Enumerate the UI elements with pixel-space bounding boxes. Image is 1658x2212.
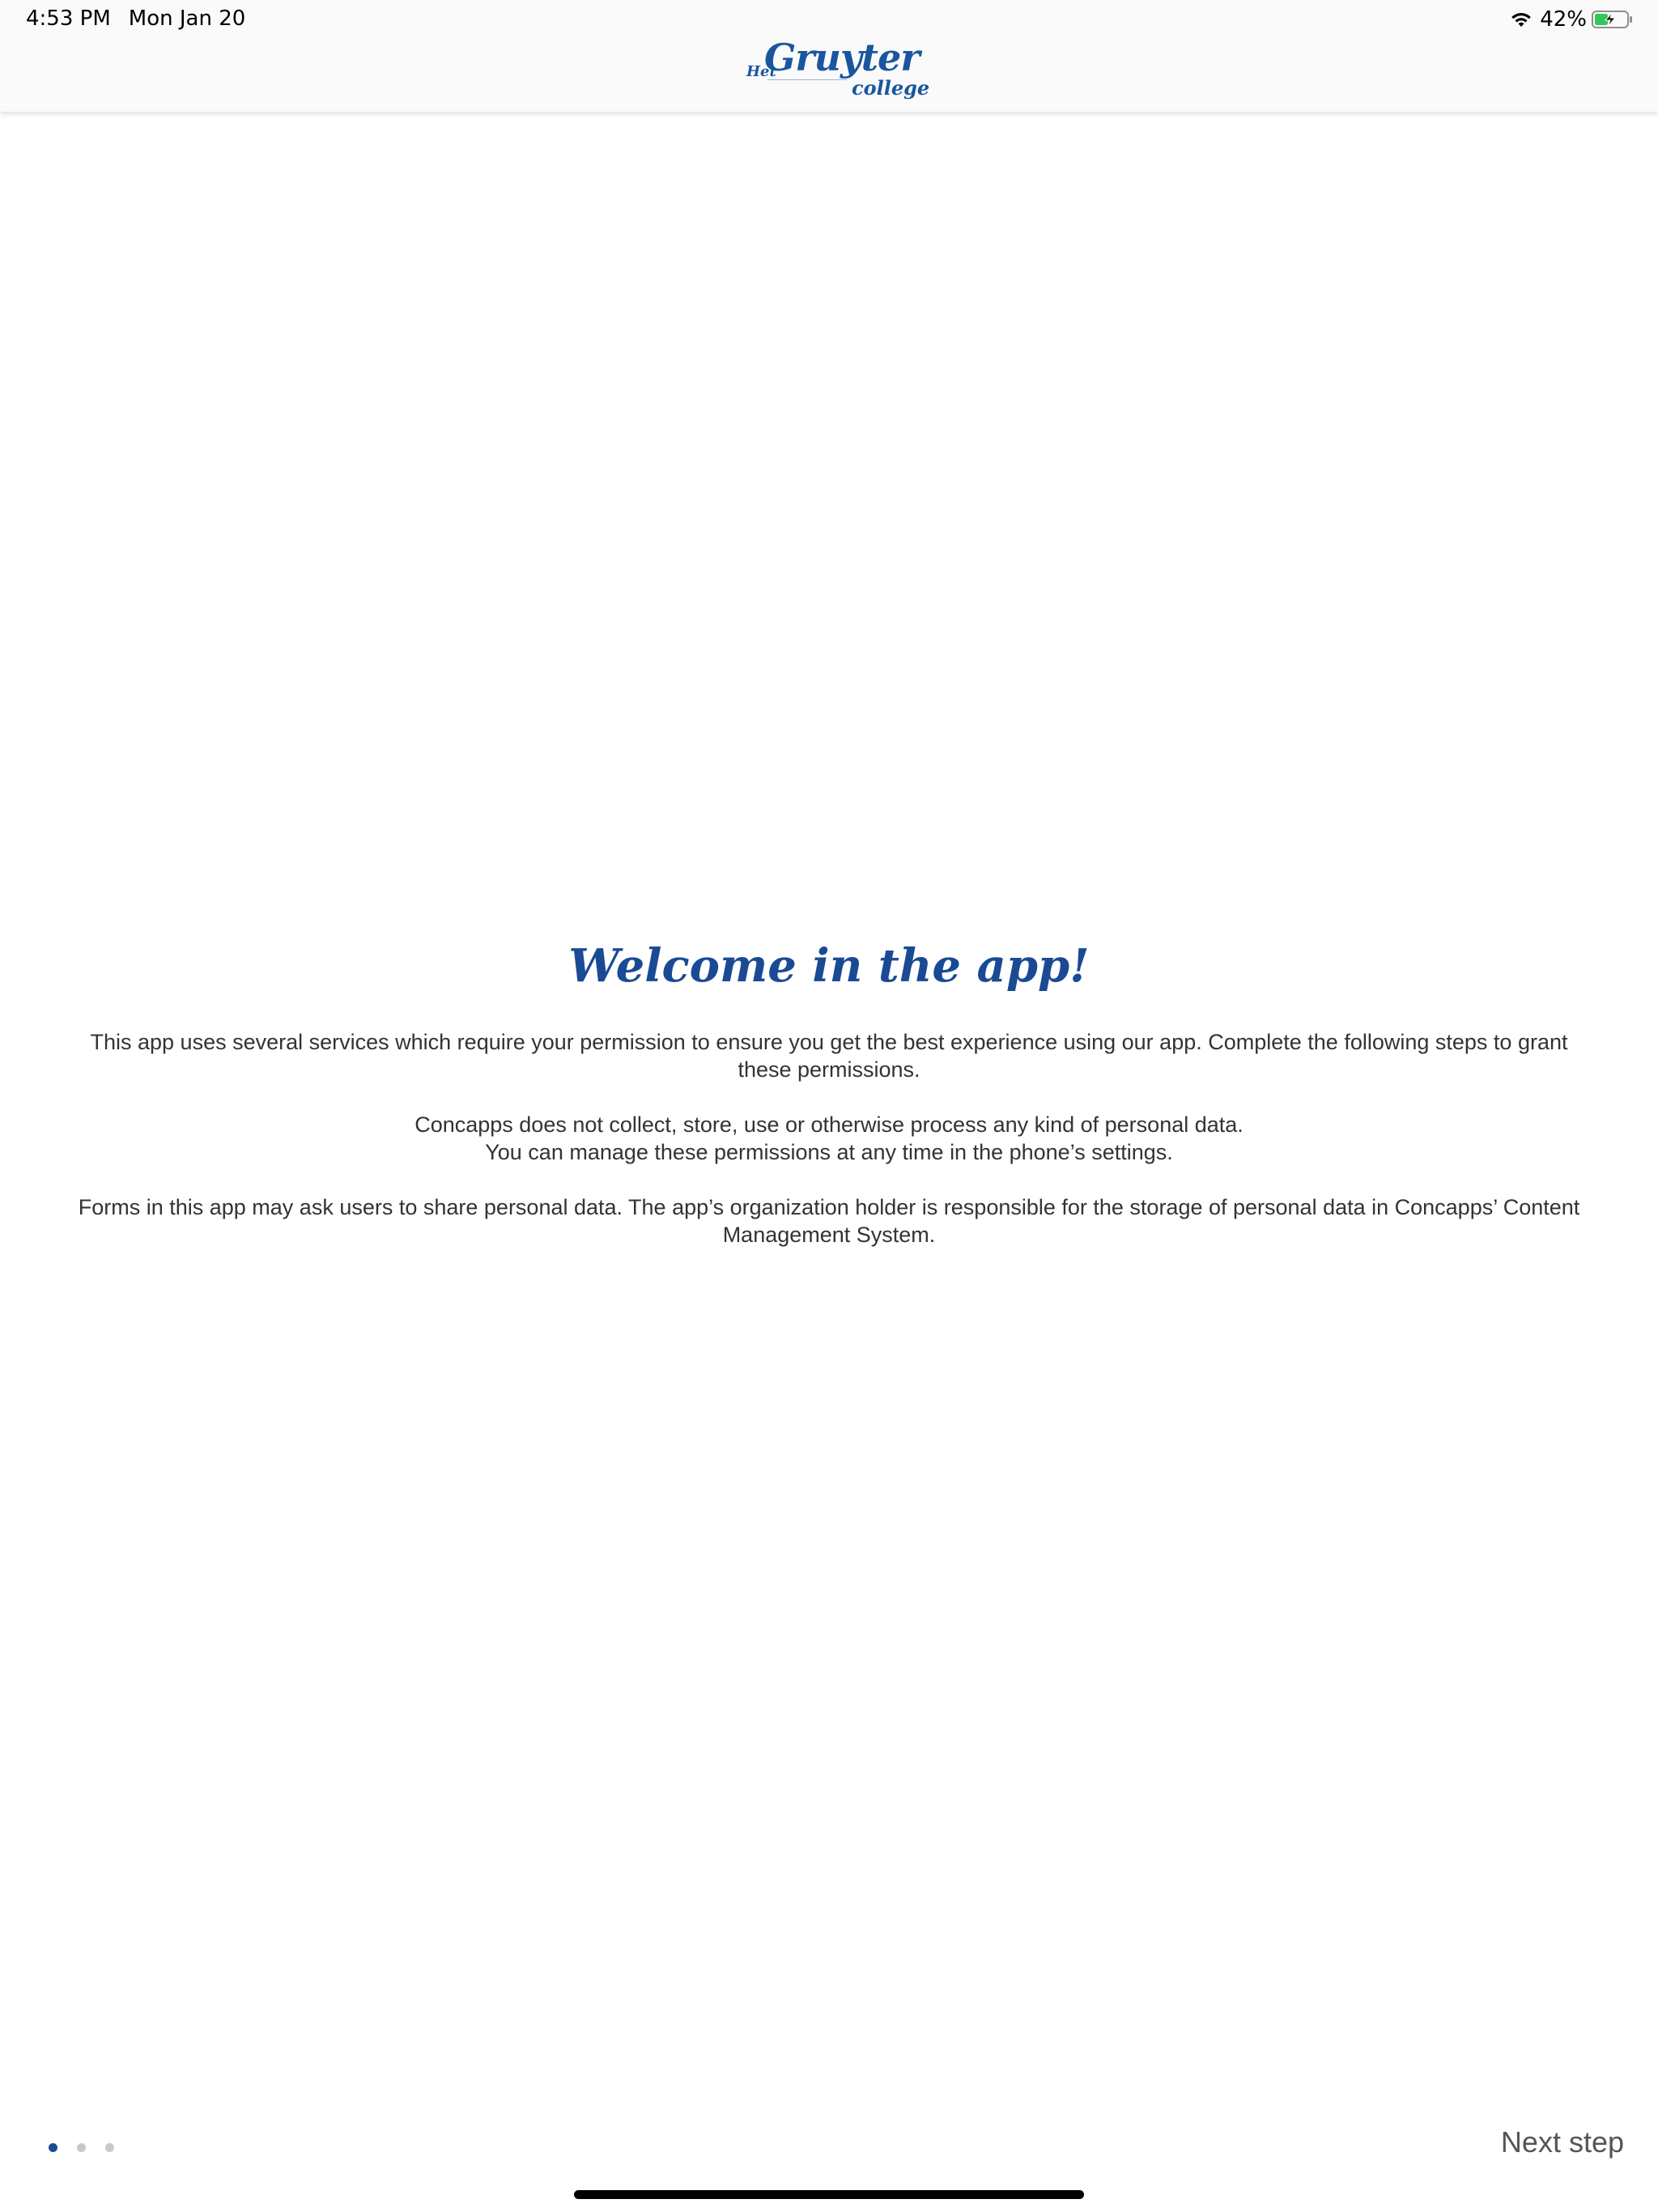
permissions-paragraph: You can manage these permissions at any … (485, 1140, 1173, 1164)
status-bar-right: 42% (1509, 6, 1634, 32)
privacy-paragraph: Concapps does not collect, store, use or… (414, 1112, 1244, 1137)
logo-underline (767, 79, 847, 80)
next-step-button[interactable]: Next step (1501, 2125, 1624, 2159)
page-dot-1 (49, 2143, 57, 2152)
home-indicator[interactable] (574, 2190, 1084, 2199)
status-bar-left: 4:53 PM Mon Jan 20 (26, 6, 263, 31)
status-time: 4:53 PM (26, 6, 111, 31)
page-dot-3 (105, 2143, 114, 2152)
app-header: 4:53 PM Mon Jan 20 42% Het Gruyter colleg… (0, 0, 1658, 113)
page-dot-2 (77, 2143, 86, 2152)
intro-text: This app uses several services which req… (65, 1028, 1593, 1276)
intro-paragraph: This app uses several services which req… (90, 1030, 1568, 1082)
gruyter-college-logo: Het Gruyter college (743, 36, 929, 104)
privacy-block: Concapps does not collect, store, use or… (65, 1111, 1593, 1166)
battery-charging-icon (1592, 11, 1632, 28)
wifi-icon (1511, 13, 1532, 27)
page-indicator (49, 2143, 134, 2152)
welcome-title: Welcome in the app! (568, 939, 1090, 993)
onboarding-screen: 4:53 PM Mon Jan 20 42% Het Gruyter colleg… (0, 0, 1658, 2212)
forms-paragraph: Forms in this app may ask users to share… (78, 1195, 1580, 1247)
status-date: Mon Jan 20 (128, 6, 246, 31)
battery-percent: 42% (1540, 7, 1587, 32)
logo-sub-text: college (852, 76, 930, 100)
logo-main-text: Gruyter (764, 36, 920, 79)
